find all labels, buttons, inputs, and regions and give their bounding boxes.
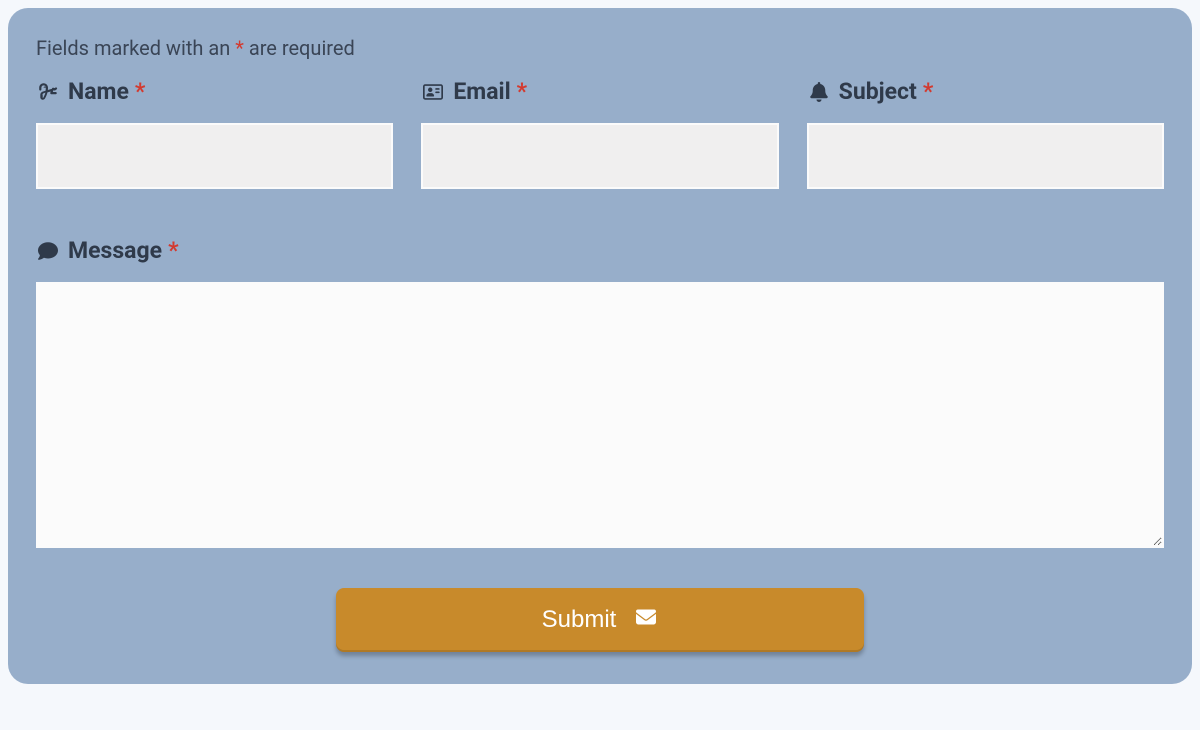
name-label: Name * <box>36 78 393 105</box>
required-asterisk: * <box>235 36 244 60</box>
comment-icon <box>36 239 60 263</box>
message-required-mark: * <box>168 237 178 264</box>
required-note-prefix: Fields marked with an <box>36 36 235 60</box>
subject-label: Subject * <box>807 78 1164 105</box>
name-field-group: Name * <box>36 78 393 189</box>
subject-required-mark: * <box>923 78 933 105</box>
subject-label-text: Subject <box>839 78 917 105</box>
submit-row: Submit <box>36 588 1164 652</box>
email-label: Email * <box>421 78 778 105</box>
subject-field-group: Subject * <box>807 78 1164 189</box>
submit-button-label: Submit <box>542 606 617 634</box>
email-label-text: Email <box>453 78 510 105</box>
message-textarea[interactable] <box>36 282 1164 548</box>
contact-form-panel: Fields marked with an * are required Nam… <box>8 8 1192 684</box>
email-input[interactable] <box>421 123 778 189</box>
name-label-text: Name <box>68 78 129 105</box>
name-required-mark: * <box>135 78 145 105</box>
message-field-group: Message * <box>36 237 1164 552</box>
email-field-group: Email * <box>421 78 778 189</box>
required-note-suffix: are required <box>244 36 355 60</box>
message-label-text: Message <box>68 237 162 264</box>
required-fields-note: Fields marked with an * are required <box>36 36 1164 60</box>
email-required-mark: * <box>517 78 527 105</box>
envelope-icon <box>634 606 658 634</box>
message-label: Message * <box>36 237 1164 264</box>
address-card-icon <box>421 80 445 104</box>
name-input[interactable] <box>36 123 393 189</box>
submit-button[interactable]: Submit <box>336 588 864 652</box>
subject-input[interactable] <box>807 123 1164 189</box>
signature-icon <box>36 80 60 104</box>
bell-icon <box>807 80 831 104</box>
fields-row: Name * Email * Subject * <box>36 78 1164 189</box>
